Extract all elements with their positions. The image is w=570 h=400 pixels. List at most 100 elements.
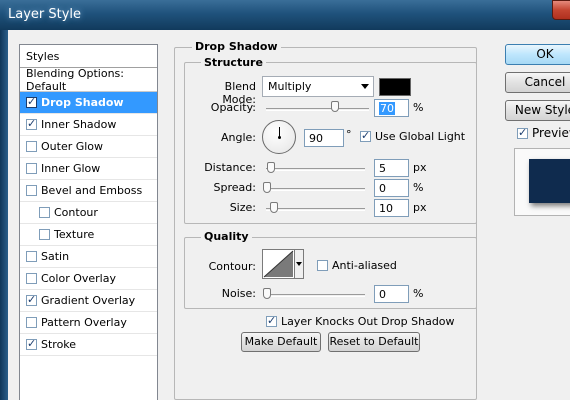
anti-aliased-checkbox[interactable]: Anti-aliased	[317, 259, 397, 272]
checkbox[interactable]	[26, 251, 37, 262]
angle-label: Angle:	[220, 131, 256, 144]
noise-slider-thumb[interactable]	[263, 288, 271, 299]
quality-title: Quality	[201, 230, 252, 243]
checkbox[interactable]	[266, 314, 277, 327]
opacity-slider-thumb[interactable]	[331, 101, 339, 112]
noise-value: 0	[379, 288, 386, 301]
size-slider-thumb[interactable]	[270, 202, 278, 213]
checkbox[interactable]	[26, 163, 37, 174]
angle-field[interactable]: 90	[304, 129, 344, 147]
checkbox[interactable]	[26, 337, 37, 350]
chevron-down-icon	[296, 262, 302, 266]
window-frame-left	[0, 30, 8, 400]
styles-items: Blending Options: Default Drop Shadow Inne…	[20, 67, 157, 356]
opacity-field[interactable]: 70	[374, 99, 409, 117]
contour-label: Contour:	[208, 260, 256, 273]
distance-slider[interactable]	[266, 168, 365, 171]
checkbox[interactable]	[26, 317, 37, 328]
styles-item-inner-shadow[interactable]: Inner Shadow	[20, 114, 157, 136]
styles-list: Styles Blending Options: Default Drop Sha…	[19, 44, 158, 400]
styles-item-bevel-and-emboss[interactable]: Bevel and Emboss	[20, 180, 157, 202]
styles-item-blending-options-default[interactable]: Blending Options: Default	[20, 67, 157, 93]
cancel-button[interactable]: Cancel	[505, 72, 570, 93]
checkbox[interactable]	[26, 95, 37, 108]
styles-item-texture[interactable]: Texture	[20, 224, 157, 246]
spread-value: 0	[379, 182, 386, 195]
noise-slider[interactable]	[266, 294, 365, 297]
styles-item-label: Bevel and Emboss	[41, 184, 143, 197]
size-label: Size:	[229, 201, 256, 214]
styles-item-satin[interactable]: Satin	[20, 246, 157, 268]
layer-knocks-out-label: Layer Knocks Out Drop Shadow	[281, 315, 455, 328]
ok-button[interactable]: OK	[505, 44, 570, 65]
checkbox[interactable]	[39, 229, 50, 240]
distance-slider-thumb[interactable]	[267, 162, 275, 173]
spread-field[interactable]: 0	[374, 179, 409, 197]
styles-item-label: Outer Glow	[41, 140, 104, 153]
styles-item-color-overlay[interactable]: Color Overlay	[20, 268, 157, 290]
styles-item-label: Texture	[54, 228, 95, 241]
make-default-button[interactable]: Make Default	[241, 332, 321, 352]
checkbox[interactable]	[360, 129, 371, 142]
opacity-label: Opacity:	[210, 101, 256, 114]
size-slider[interactable]	[266, 208, 365, 211]
contour-dropdown-button[interactable]	[294, 250, 303, 278]
contour-picker[interactable]	[262, 249, 304, 279]
styles-item-inner-glow[interactable]: Inner Glow	[20, 158, 157, 180]
new-style-button[interactable]: New Style	[505, 100, 570, 121]
checkbox[interactable]	[517, 126, 528, 139]
size-unit: px	[413, 201, 427, 214]
styles-item-contour[interactable]: Contour	[20, 202, 157, 224]
noise-label: Noise:	[221, 287, 256, 300]
layer-knocks-out-checkbox[interactable]: Layer Knocks Out Drop Shadow	[266, 314, 455, 328]
preview-checkbox[interactable]: Preview	[517, 126, 570, 140]
distance-field[interactable]: 5	[374, 159, 409, 177]
checkbox[interactable]	[26, 185, 37, 196]
styles-item-outer-glow[interactable]: Outer Glow	[20, 136, 157, 158]
styles-item-pattern-overlay[interactable]: Pattern Overlay	[20, 312, 157, 334]
checkbox[interactable]	[317, 260, 328, 271]
noise-field[interactable]: 0	[374, 285, 409, 303]
distance-label: Distance:	[204, 161, 256, 174]
spread-slider-thumb[interactable]	[263, 182, 271, 193]
shadow-color-swatch[interactable]	[379, 78, 411, 96]
angle-dial[interactable]	[262, 120, 296, 154]
styles-header[interactable]: Styles	[20, 45, 157, 68]
blend-mode-select[interactable]: Multiply	[262, 76, 374, 97]
contour-curve-icon	[263, 250, 294, 278]
styles-item-label: Drop Shadow	[41, 96, 124, 109]
styles-item-stroke[interactable]: Stroke	[20, 334, 157, 356]
spread-unit: %	[413, 181, 424, 194]
opacity-slider[interactable]	[266, 108, 369, 111]
angle-unit: °	[346, 128, 352, 141]
reset-to-default-button[interactable]: Reset to Default	[328, 332, 420, 352]
styles-item-gradient-overlay[interactable]: Gradient Overlay	[20, 290, 157, 312]
window-title: Layer Style	[8, 7, 82, 22]
styles-item-drop-shadow[interactable]: Drop Shadow	[20, 92, 157, 114]
window-close-button[interactable]	[552, 0, 570, 20]
size-value: 10	[379, 202, 393, 215]
styles-item-label: Gradient Overlay	[41, 294, 136, 307]
size-field[interactable]: 10	[374, 199, 409, 217]
distance-unit: px	[413, 161, 427, 174]
distance-value: 5	[379, 162, 386, 175]
angle-dial-center	[278, 136, 281, 139]
checkbox[interactable]	[39, 207, 50, 218]
checkbox[interactable]	[26, 293, 37, 306]
styles-item-label: Satin	[41, 250, 70, 263]
styles-item-label: Inner Glow	[41, 162, 101, 175]
noise-unit: %	[413, 287, 424, 300]
window-titlebar[interactable]: Layer Style	[0, 0, 570, 30]
use-global-light-checkbox[interactable]: Use Global Light	[360, 129, 465, 143]
structure-title: Structure	[201, 56, 266, 69]
checkbox[interactable]	[26, 117, 37, 130]
anti-aliased-label: Anti-aliased	[332, 259, 397, 272]
preview-label: Preview	[532, 126, 570, 140]
chevron-down-icon	[361, 84, 369, 89]
styles-item-label: Pattern Overlay	[41, 316, 127, 329]
spread-slider[interactable]	[266, 188, 365, 191]
checkbox[interactable]	[26, 141, 37, 152]
style-preview	[514, 148, 570, 216]
checkbox[interactable]	[26, 273, 37, 284]
opacity-unit: %	[413, 101, 424, 114]
